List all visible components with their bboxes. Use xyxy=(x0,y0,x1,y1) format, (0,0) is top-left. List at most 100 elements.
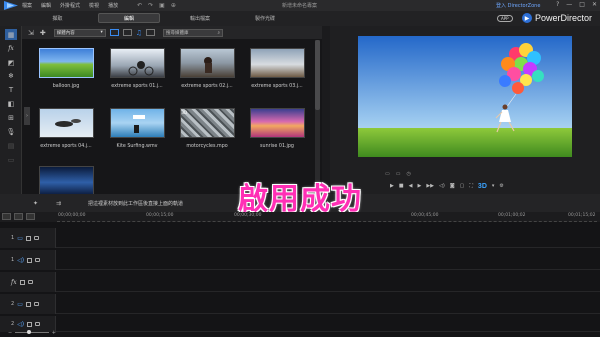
track-enable-checkbox[interactable] xyxy=(27,257,33,263)
media-filter-select[interactable]: 媒體內容 ▾ xyxy=(53,28,106,37)
chapter-room-icon[interactable]: ▤ xyxy=(5,140,17,151)
voiceover-icon[interactable]: 🎙 xyxy=(5,126,17,137)
play-icon[interactable]: ▶ xyxy=(390,183,394,189)
view-audio-icon[interactable]: ♫ xyxy=(136,29,142,37)
next-frame-icon[interactable]: ▶ xyxy=(417,183,421,189)
3d-toggle[interactable]: 3D xyxy=(478,183,487,190)
plugin-icon[interactable]: ✚ xyxy=(40,29,46,37)
track-enable-checkbox[interactable] xyxy=(19,279,25,285)
timeline-mode-icon[interactable]: ⇉ xyxy=(56,200,61,207)
powerdirector-logo-icon: ▶ xyxy=(522,13,532,23)
library-item[interactable]: sunrise 01.jpg xyxy=(247,108,307,149)
enable-success-banner: 啟用成功 xyxy=(238,182,362,217)
pin-icon[interactable]: ⊕ xyxy=(171,2,176,9)
tab-edit[interactable]: 編輯 xyxy=(98,13,160,23)
library-item[interactable]: extreme sports 04.j... xyxy=(36,108,96,149)
library-item[interactable]: Kite Surfing.wmv xyxy=(107,108,167,149)
lock-icon[interactable] xyxy=(35,258,41,262)
track-effect[interactable]: fx xyxy=(0,272,600,292)
track-video-1[interactable]: 1 ▭ xyxy=(0,228,600,248)
fit-view-icon[interactable] xyxy=(26,213,35,220)
lock-icon[interactable] xyxy=(35,322,41,326)
prev-frame-icon[interactable]: ◀ xyxy=(409,183,413,189)
undock-icon[interactable]: ▢ xyxy=(460,183,465,189)
import-icon[interactable]: ⇲ xyxy=(28,29,34,37)
view-list-icon[interactable] xyxy=(146,29,156,36)
subtitle-room-icon[interactable]: ▭ xyxy=(5,154,17,165)
redo-icon[interactable]: ↷ xyxy=(148,2,153,9)
chevron-down-icon[interactable]: ▾ xyxy=(492,183,495,189)
menu-plugins[interactable]: 外掛程式 xyxy=(60,2,80,9)
storyboard-view-icon[interactable] xyxy=(14,213,23,220)
volume-icon[interactable]: ◁) xyxy=(439,183,445,189)
app-logo-icon[interactable] xyxy=(0,0,22,11)
effect-room-icon[interactable]: fx xyxy=(5,43,17,54)
settings-icon[interactable]: ⚙ xyxy=(499,183,503,189)
library-item[interactable]: 3D motorcycles.mpo xyxy=(177,108,237,149)
track-header: 2 ▭ xyxy=(0,294,56,314)
preview-video[interactable] xyxy=(358,36,572,157)
expand-panel-icon[interactable]: › xyxy=(24,107,30,125)
clip-mode-icon[interactable]: ▭ xyxy=(385,171,390,179)
timeline-hint: 把這裡素材放到此工作區後直接上面的軌道 xyxy=(88,201,184,207)
track-enable-checkbox[interactable] xyxy=(25,235,31,241)
track-view-icon[interactable] xyxy=(2,213,11,220)
fast-forward-icon[interactable]: ▶▶ xyxy=(426,183,434,189)
track-enable-checkbox[interactable] xyxy=(25,301,31,307)
library-item[interactable]: extreme sports 02.j... xyxy=(177,48,237,89)
tab-disc[interactable]: 製作光碟 xyxy=(235,13,295,23)
zoom-in-icon[interactable]: + xyxy=(52,330,56,336)
audio-mix-icon[interactable]: ⊞ xyxy=(5,112,17,123)
view-video-icon[interactable] xyxy=(109,29,119,36)
tools-icon[interactable]: ✦ xyxy=(33,200,38,207)
fullscreen-icon[interactable]: ⛶ xyxy=(469,183,473,189)
library-item[interactable]: extreme sports 03.j... xyxy=(247,48,307,89)
library-item[interactable]: balloon.jpg xyxy=(36,48,96,89)
save-icon[interactable]: ▣ xyxy=(159,2,165,9)
particle-room-icon[interactable]: ❄ xyxy=(5,70,17,81)
view-image-icon[interactable] xyxy=(122,29,132,36)
3d-badge: 3D xyxy=(181,110,188,115)
maximize-icon[interactable]: □ xyxy=(579,1,585,8)
media-room-icon[interactable]: ▦ xyxy=(5,29,17,40)
menu-play[interactable]: 播放 xyxy=(108,2,118,9)
close-icon[interactable]: ✕ xyxy=(592,1,597,8)
help-icon[interactable]: ? xyxy=(556,1,559,8)
zoom-slider[interactable] xyxy=(15,330,49,334)
lock-icon[interactable] xyxy=(27,280,33,284)
title-room-icon[interactable]: T xyxy=(5,84,17,95)
zoom-out-icon[interactable]: − xyxy=(8,330,12,336)
tab-output[interactable]: 輸出檔案 xyxy=(170,13,230,23)
menu-view[interactable]: 檢視 xyxy=(89,2,99,9)
track-audio-1[interactable]: 1 ◁) xyxy=(0,250,600,270)
preview-controls: ▶ ■ ◀ ▶ ▶▶ ◁) ◙ ▢ ⛶ 3D ▾ ⚙ xyxy=(390,181,585,191)
thumbnail xyxy=(109,48,165,78)
track-video-2[interactable]: 2 ▭ xyxy=(0,294,600,314)
minimize-icon[interactable]: — xyxy=(566,1,572,8)
video-track-icon: ▭ xyxy=(17,300,23,308)
snapshot-icon[interactable]: ◙ xyxy=(450,183,455,189)
login-link[interactable]: 登入 DirectorZone xyxy=(496,2,540,9)
track-audio-2[interactable]: 2 ◁) xyxy=(0,316,600,332)
library-item[interactable]: extreme sports 01.j... xyxy=(107,48,167,89)
transition-room-icon[interactable]: ◧ xyxy=(5,98,17,109)
library-scrollbar[interactable] xyxy=(315,40,320,190)
library-search-input[interactable]: 搜尋媒體庫 ⌕ xyxy=(163,28,224,37)
pip-room-icon[interactable]: ◩ xyxy=(5,57,17,68)
movie-mode-icon[interactable]: ▭ xyxy=(396,171,401,179)
zoom-slider-knob[interactable] xyxy=(27,330,32,334)
menu-edit[interactable]: 編輯 xyxy=(41,2,51,9)
app-badge[interactable]: APP xyxy=(497,15,513,22)
tab-capture[interactable]: 擷取 xyxy=(30,13,85,23)
chevron-down-icon: ▾ xyxy=(100,30,103,35)
track-header: 1 ▭ xyxy=(0,228,56,248)
lock-icon[interactable] xyxy=(33,302,39,306)
thumbnail xyxy=(38,48,94,78)
stop-icon[interactable]: ■ xyxy=(399,183,404,189)
menu-file[interactable]: 檔案 xyxy=(22,2,32,9)
lock-icon[interactable] xyxy=(33,236,39,240)
undo-icon[interactable]: ↶ xyxy=(137,2,142,9)
scrollbar-thumb[interactable] xyxy=(315,40,320,110)
timeline-ruler[interactable]: 00;00;00;00 00;00;15;00 00;00;30;00 00;0… xyxy=(0,212,600,222)
track-enable-checkbox[interactable] xyxy=(27,321,33,327)
